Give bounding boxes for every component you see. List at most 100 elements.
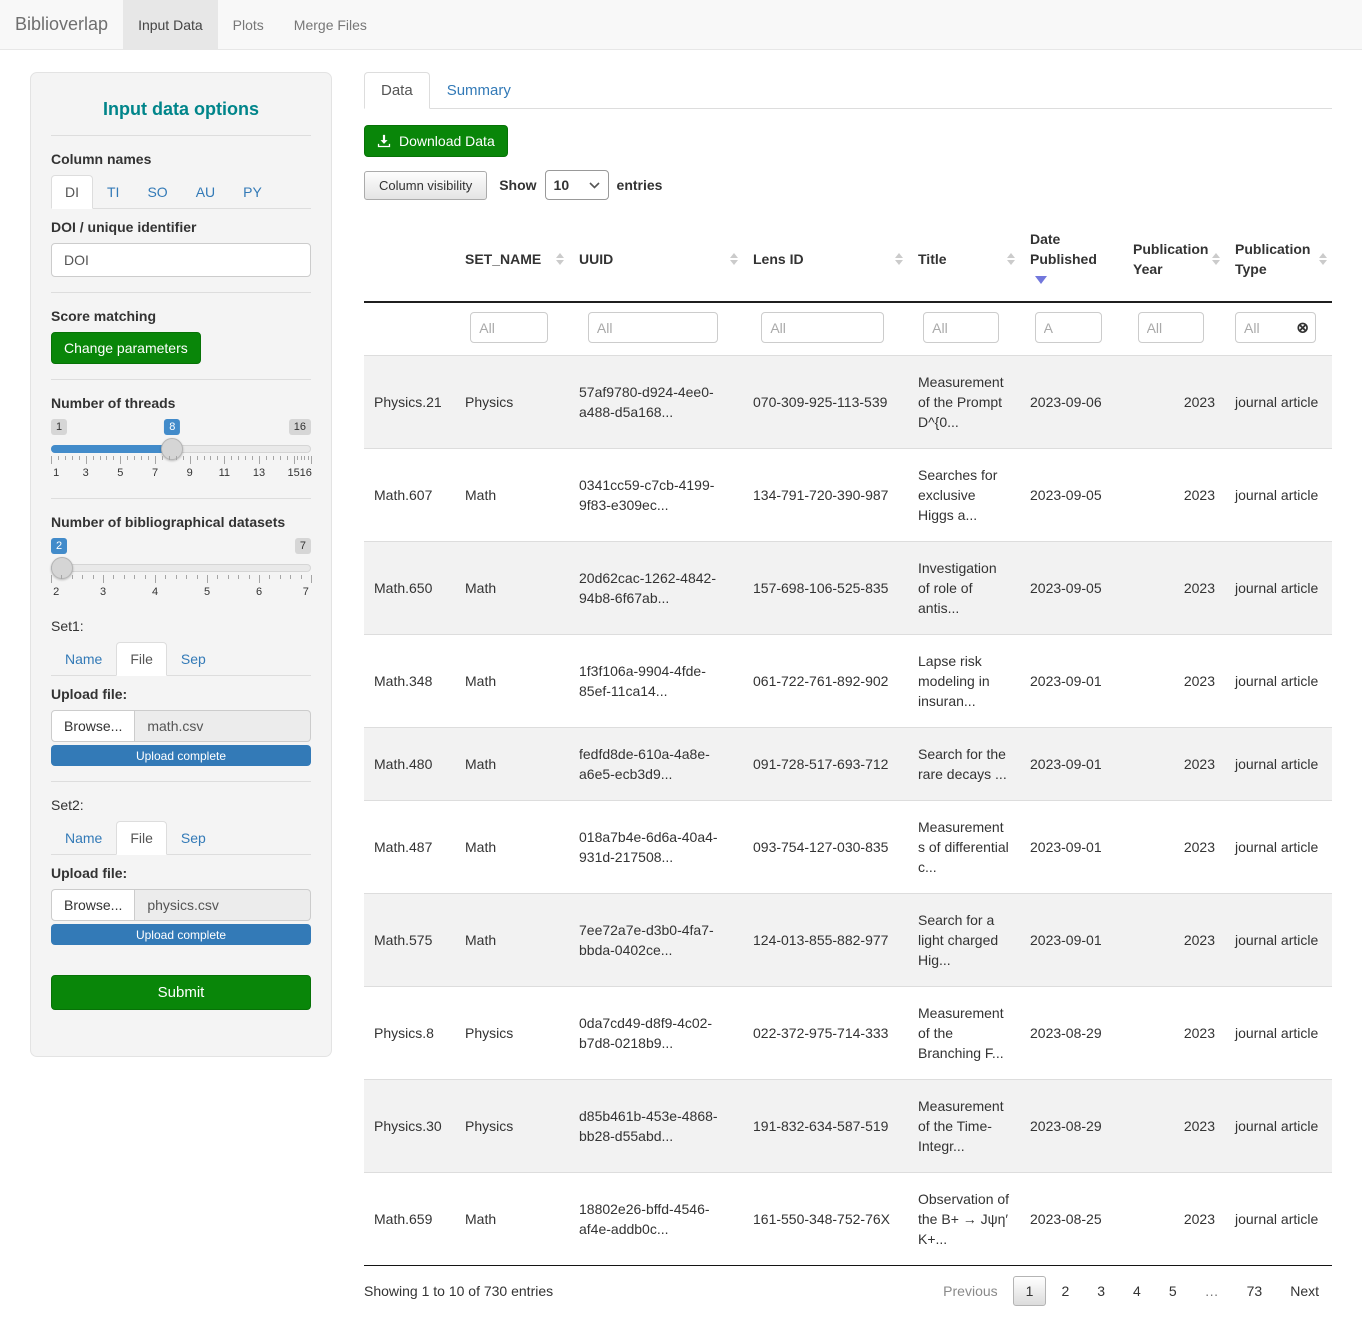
column-visibility-button[interactable]: Column visibility (364, 171, 487, 200)
set1-tabs: NameFileSep (51, 642, 311, 676)
set1-tab-file[interactable]: File (116, 642, 167, 676)
slider-track[interactable] (51, 564, 311, 572)
table-cell: Measurement of the Time-Integr... (908, 1080, 1020, 1173)
set1-label: Set1: (51, 618, 311, 634)
table-cell: 2023 (1123, 356, 1225, 449)
table-row[interactable]: Math.348Math1f3f106a-9904-4fde-85ef-11ca… (364, 635, 1332, 728)
clear-filter-icon[interactable]: ⊗ (1296, 320, 1309, 335)
column-filter-input[interactable] (923, 312, 999, 343)
column-header-publication-type[interactable]: Publication Type (1225, 217, 1332, 302)
pagination-page-3[interactable]: 3 (1084, 1276, 1118, 1306)
table-row[interactable]: Physics.8Physics0da7cd49-d8f9-4c02-b7d8-… (364, 987, 1332, 1080)
table-row[interactable]: Physics.30Physicsd85b461b-453e-4868-bb28… (364, 1080, 1332, 1173)
filter-cell-publication-year (1123, 302, 1225, 356)
table-cell: 134-791-720-390-987 (743, 449, 908, 542)
column-header-publication-year[interactable]: Publication Year (1123, 217, 1225, 302)
column-filter-input[interactable] (588, 312, 718, 343)
change-parameters-button[interactable]: Change parameters (51, 332, 201, 364)
colname-tab-so[interactable]: SO (133, 175, 181, 209)
colname-tab-py[interactable]: PY (229, 175, 276, 209)
colname-tab-di[interactable]: DI (51, 175, 93, 209)
pagination-page-1[interactable]: 1 (1013, 1276, 1047, 1306)
table-cell: 2023-08-25 (1020, 1173, 1123, 1266)
entries-label: entries (617, 177, 663, 193)
table-cell: 2023-09-05 (1020, 449, 1123, 542)
pagination-page-5[interactable]: 5 (1156, 1276, 1190, 1306)
set2-browse-button[interactable]: Browse... (51, 889, 135, 921)
navbar-tab-plots[interactable]: Plots (218, 0, 279, 49)
pagination-page-4[interactable]: 4 (1120, 1276, 1154, 1306)
set2-filename[interactable]: physics.csv (135, 889, 311, 921)
table-cell: Physics (455, 1080, 569, 1173)
submit-button[interactable]: Submit (51, 975, 311, 1010)
doi-input[interactable] (51, 243, 311, 277)
colname-tab-au[interactable]: AU (182, 175, 229, 209)
table-cell: 2023 (1123, 1173, 1225, 1266)
column-filter-input[interactable] (1138, 312, 1205, 343)
navbar-tab-merge-files[interactable]: Merge Files (279, 0, 382, 49)
table-cell: Measurements of differential c... (908, 801, 1020, 894)
set1-browse-button[interactable]: Browse... (51, 710, 135, 742)
table-row[interactable]: Math.480Mathfedfd8de-610a-4a8e-a6e5-ecb3… (364, 728, 1332, 801)
table-cell: Math (455, 635, 569, 728)
page-length-select[interactable]: 10 (545, 170, 609, 200)
filter-cell-lens-id (743, 302, 908, 356)
set2-tab-file[interactable]: File (116, 821, 167, 855)
main-tabs: DataSummary (364, 72, 1332, 109)
set2-file-input: Browse... physics.csv (51, 889, 311, 921)
table-cell: fedfd8de-610a-4a8e-a6e5-ecb3d9... (569, 728, 743, 801)
slider-value-label: 8 (164, 419, 180, 435)
pagination-page-2[interactable]: 2 (1048, 1276, 1082, 1306)
column-names-label: Column names (51, 151, 311, 167)
pagination-next[interactable]: Next (1277, 1276, 1332, 1306)
table-cell: 18802e26-bffd-4546-af4e-addb0c... (569, 1173, 743, 1266)
main-tab-data[interactable]: Data (364, 72, 430, 109)
download-button-label: Download Data (399, 133, 495, 149)
column-header-date-published[interactable]: Date Published (1020, 217, 1123, 302)
table-cell: 1f3f106a-9904-4fde-85ef-11ca14... (569, 635, 743, 728)
row-name-cell: Math.575 (364, 894, 455, 987)
slider-min-label: 1 (51, 419, 67, 435)
pagination-page-73[interactable]: 73 (1234, 1276, 1276, 1306)
column-header-lens-id[interactable]: Lens ID (743, 217, 908, 302)
table-cell: 2023 (1123, 894, 1225, 987)
column-header-set-name[interactable]: SET_NAME (455, 217, 569, 302)
colname-tab-ti[interactable]: TI (93, 175, 133, 209)
table-cell: 124-013-855-882-977 (743, 894, 908, 987)
set1-tab-name[interactable]: Name (51, 642, 116, 676)
table-row[interactable]: Math.575Math7ee72a7e-d3b0-4fa7-bbda-0402… (364, 894, 1332, 987)
row-name-cell: Physics.30 (364, 1080, 455, 1173)
table-cell: journal article (1225, 635, 1332, 728)
table-row[interactable]: Math.487Math018a7b4e-6d6a-40a4-931d-2175… (364, 801, 1332, 894)
table-cell: 191-832-634-587-519 (743, 1080, 908, 1173)
table-cell: 091-728-517-693-712 (743, 728, 908, 801)
column-filter-input[interactable] (761, 312, 883, 343)
column-header-uuid[interactable]: UUID (569, 217, 743, 302)
set2-tab-name[interactable]: Name (51, 821, 116, 855)
table-row[interactable]: Math.650Math20d62cac-1262-4842-94b8-6f67… (364, 542, 1332, 635)
column-header-rownames (364, 217, 455, 302)
table-cell: Investigation of role of antis... (908, 542, 1020, 635)
pagination-previous[interactable]: Previous (930, 1276, 1010, 1306)
navbar-tab-input-data[interactable]: Input Data (123, 0, 218, 49)
table-row[interactable]: Math.659Math18802e26-bffd-4546-af4e-addb… (364, 1173, 1332, 1266)
table-cell: 2023-09-01 (1020, 894, 1123, 987)
row-name-cell: Math.607 (364, 449, 455, 542)
set1-filename[interactable]: math.csv (135, 710, 311, 742)
sort-icon (895, 253, 903, 265)
column-header-title[interactable]: Title (908, 217, 1020, 302)
table-cell: 2023-08-29 (1020, 1080, 1123, 1173)
column-filter-input[interactable] (1035, 312, 1103, 343)
download-data-button[interactable]: Download Data (364, 125, 508, 157)
table-cell: 093-754-127-030-835 (743, 801, 908, 894)
table-cell: 0341cc59-c7cb-4199-9f83-e309ec... (569, 449, 743, 542)
slider-bar (51, 445, 178, 453)
set2-tab-sep[interactable]: Sep (167, 821, 220, 855)
table-row[interactable]: Physics.21Physics57af9780-d924-4ee0-a488… (364, 356, 1332, 449)
column-filter-input[interactable] (470, 312, 547, 343)
main-tab-summary[interactable]: Summary (430, 72, 528, 109)
download-icon (377, 134, 391, 148)
table-row[interactable]: Math.607Math0341cc59-c7cb-4199-9f83-e309… (364, 449, 1332, 542)
table-cell: 2023 (1123, 987, 1225, 1080)
set1-tab-sep[interactable]: Sep (167, 642, 220, 676)
